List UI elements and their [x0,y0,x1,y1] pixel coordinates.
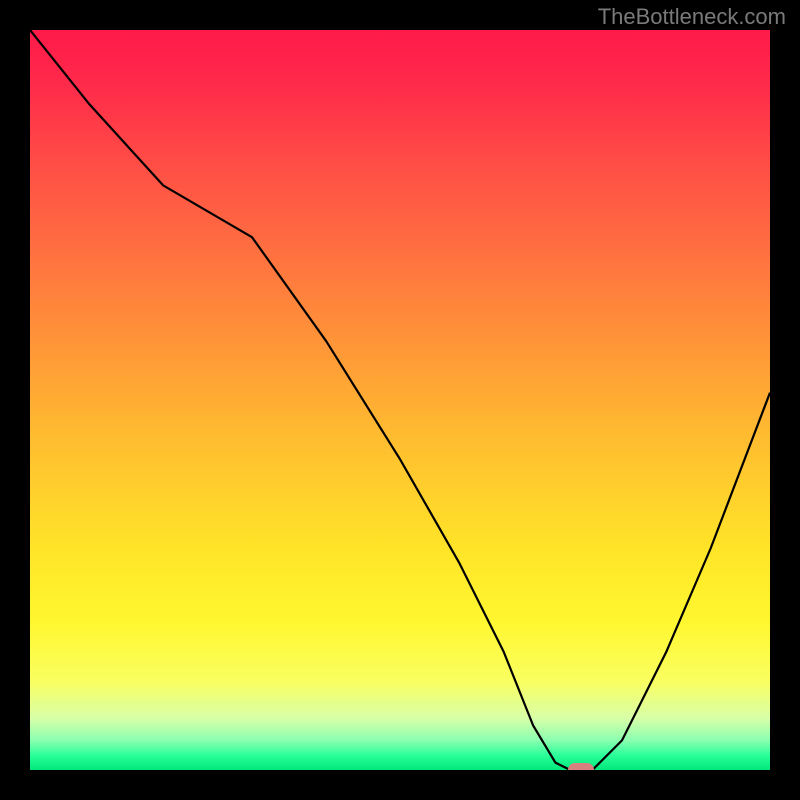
chart-plot-area [30,30,770,770]
chart-marker [568,763,594,770]
chart-curve-line [30,30,770,770]
chart-curve-svg [30,30,770,770]
watermark-text: TheBottleneck.com [598,4,786,30]
